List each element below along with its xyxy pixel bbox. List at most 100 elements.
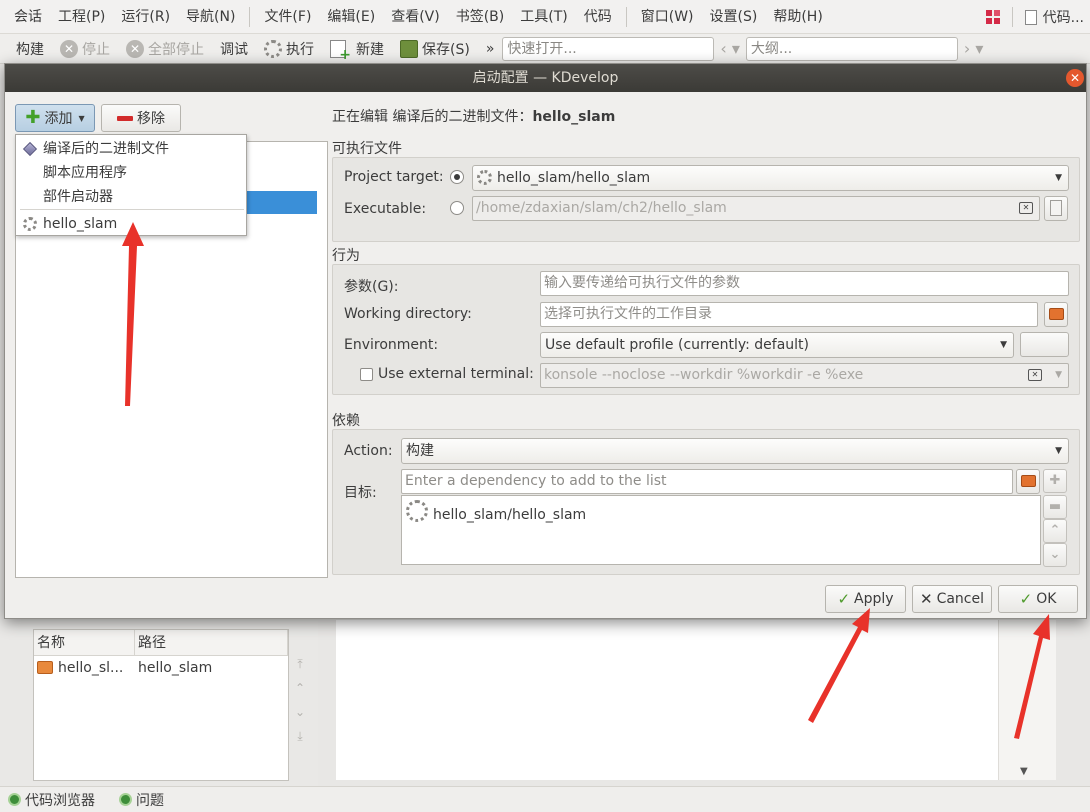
args-input[interactable]: 输入要传递给可执行文件的参数 xyxy=(540,271,1069,296)
menu-bookmarks[interactable]: 书签(B) xyxy=(448,0,513,34)
project-name: hello_sl... xyxy=(58,660,124,676)
area-code-label[interactable]: 代码... xyxy=(1043,7,1084,27)
build-button[interactable]: 构建 xyxy=(8,35,52,63)
configure-environment-button[interactable] xyxy=(1020,332,1069,357)
menu-code[interactable]: 代码 xyxy=(576,0,620,34)
forward-icon[interactable]: › ▾ xyxy=(958,35,990,63)
chevron-down-icon: ▼ xyxy=(78,113,85,123)
new-button[interactable]: 新建 xyxy=(322,35,392,63)
environment-combo[interactable]: Use default profile (currently: default)… xyxy=(540,332,1014,358)
external-terminal-label: Use external terminal: xyxy=(378,366,534,382)
toolbar-more-button[interactable]: » xyxy=(478,35,503,63)
menu-window[interactable]: 窗口(W) xyxy=(633,0,702,34)
menu-help[interactable]: 帮助(H) xyxy=(765,0,830,34)
executable-path-input[interactable]: /home/zdaxian/slam/ch2/hello_slam ✕ xyxy=(472,196,1040,221)
execute-label: 执行 xyxy=(286,41,314,58)
menu-run[interactable]: 运行(R) xyxy=(113,0,178,34)
document-icon xyxy=(1024,9,1037,25)
menu-separator xyxy=(1011,7,1013,27)
menu-settings[interactable]: 设置(S) xyxy=(702,0,766,34)
menu-item-compiled-binary[interactable]: 编译后的二进制文件 xyxy=(16,137,246,161)
outline-input[interactable]: 大纲... xyxy=(745,36,958,61)
quick-open-input[interactable]: 快速打开... xyxy=(502,36,715,61)
move-top-icon[interactable]: ⤒ xyxy=(291,655,309,673)
menu-item-plasmoid-launcher[interactable]: 部件启动器 xyxy=(16,185,246,209)
new-document-icon xyxy=(330,39,351,63)
browse-folder-button[interactable] xyxy=(1044,302,1068,327)
main-toolbar: 构建 ✕停止 ✕全部停止 调试 执行 新建 保存(S) » 快速打开... ‹ … xyxy=(0,34,1090,64)
add-label: 添加 xyxy=(44,111,73,127)
external-terminal-checkbox[interactable] xyxy=(360,368,373,381)
folder-icon xyxy=(37,661,53,674)
apply-button[interactable]: ✓ Apply xyxy=(825,585,906,613)
executable-path-value: /home/zdaxian/slam/ch2/hello_slam xyxy=(476,200,727,216)
menu-separator xyxy=(20,209,244,210)
executable-radio[interactable] xyxy=(450,201,464,215)
browse-dependency-button[interactable] xyxy=(1016,469,1040,494)
cancel-button[interactable]: ✕ Cancel xyxy=(912,585,992,613)
menu-item-label: hello_slam xyxy=(43,216,118,232)
chevron-down-icon[interactable]: ▼ xyxy=(1055,364,1062,387)
gears-icon xyxy=(406,500,428,522)
stop-all-button[interactable]: ✕ 全部停止 xyxy=(118,35,212,63)
move-up-button[interactable]: ⌃ xyxy=(1043,519,1067,543)
problems-tab[interactable]: 问题 xyxy=(119,790,164,810)
problems-label: 问题 xyxy=(136,792,164,809)
gear-icon xyxy=(264,39,282,58)
ok-button[interactable]: ✓ OK xyxy=(998,585,1078,613)
editor-area[interactable] xyxy=(336,620,998,780)
code-browser-tab[interactable]: 代码浏览器 xyxy=(8,790,95,810)
add-dependency-button[interactable]: ✚ xyxy=(1043,469,1067,493)
stop-all-label: 全部停止 xyxy=(148,41,204,58)
menu-file[interactable]: 文件(F) xyxy=(256,0,319,34)
column-header-path[interactable]: 路径 xyxy=(135,630,288,656)
clear-icon[interactable]: ✕ xyxy=(1019,202,1033,214)
add-button[interactable]: ✚ 添加 ▼ xyxy=(15,104,95,132)
gears-icon xyxy=(23,217,37,231)
menu-item-label: 编译后的二进制文件 xyxy=(43,141,169,157)
menu-edit[interactable]: 编辑(E) xyxy=(319,0,383,34)
move-up-icon[interactable]: ⌃ xyxy=(291,679,309,697)
workdir-label: Working directory: xyxy=(344,306,472,322)
back-icon[interactable]: ‹ ▾ xyxy=(714,35,746,63)
stop-button[interactable]: ✕ 停止 xyxy=(52,35,118,63)
remove-dependency-button[interactable]: ▬ xyxy=(1043,495,1067,519)
editor-scrollbar[interactable] xyxy=(998,620,1056,780)
debug-button[interactable]: 调试 xyxy=(212,35,256,63)
menu-view[interactable]: 查看(V) xyxy=(383,0,448,34)
menu-item-hello-slam[interactable]: hello_slam xyxy=(16,212,246,236)
execute-button[interactable]: 执行 xyxy=(256,35,322,63)
dependency-input[interactable]: Enter a dependency to add to the list xyxy=(401,469,1013,494)
menu-project[interactable]: 工程(P) xyxy=(50,0,113,34)
menu-item-script-app[interactable]: 脚本应用程序 xyxy=(16,161,246,185)
problems-icon xyxy=(119,793,132,806)
terminal-command-input[interactable]: konsole --noclose --workdir %workdir -e … xyxy=(540,363,1069,388)
table-row-path[interactable]: hello_slam xyxy=(135,657,288,679)
list-item[interactable]: hello_slam/hello_slam xyxy=(406,500,586,523)
move-down-icon[interactable]: ⌄ xyxy=(291,703,309,721)
selected-launch-item[interactable] xyxy=(235,191,317,214)
table-row-name[interactable]: hello_sl... xyxy=(34,657,135,679)
area-grid-icon[interactable] xyxy=(985,10,1000,24)
browse-file-button[interactable] xyxy=(1044,196,1068,221)
project-target-radio[interactable] xyxy=(450,170,464,184)
move-bottom-icon[interactable]: ⤓ xyxy=(291,727,309,745)
action-combo[interactable]: 构建 ▼ xyxy=(401,438,1069,464)
move-down-button[interactable]: ⌄ xyxy=(1043,543,1067,567)
dependency-list[interactable]: hello_slam/hello_slam xyxy=(401,495,1041,565)
project-target-combo[interactable]: hello_slam/hello_slam ▼ xyxy=(472,165,1069,191)
scroll-down-icon[interactable]: ▼ xyxy=(1020,766,1028,777)
close-icon[interactable]: ✕ xyxy=(1066,69,1084,87)
project-target-value: hello_slam/hello_slam xyxy=(497,170,651,186)
menu-session[interactable]: 会话 xyxy=(6,0,50,34)
stop-all-icon: ✕ xyxy=(126,39,144,58)
workdir-input[interactable]: 选择可执行文件的工作目录 xyxy=(540,302,1038,327)
menu-navigate[interactable]: 导航(N) xyxy=(178,0,243,34)
remove-button[interactable]: 移除 xyxy=(101,104,181,132)
save-button[interactable]: 保存(S) xyxy=(392,35,478,63)
menu-tools[interactable]: 工具(T) xyxy=(512,0,575,34)
column-header-name[interactable]: 名称 xyxy=(34,630,135,656)
environment-value: Use default profile (currently: default) xyxy=(545,337,809,353)
terminal-command-value: konsole --noclose --workdir %workdir -e … xyxy=(544,367,864,383)
clear-icon[interactable]: ✕ xyxy=(1028,369,1042,381)
